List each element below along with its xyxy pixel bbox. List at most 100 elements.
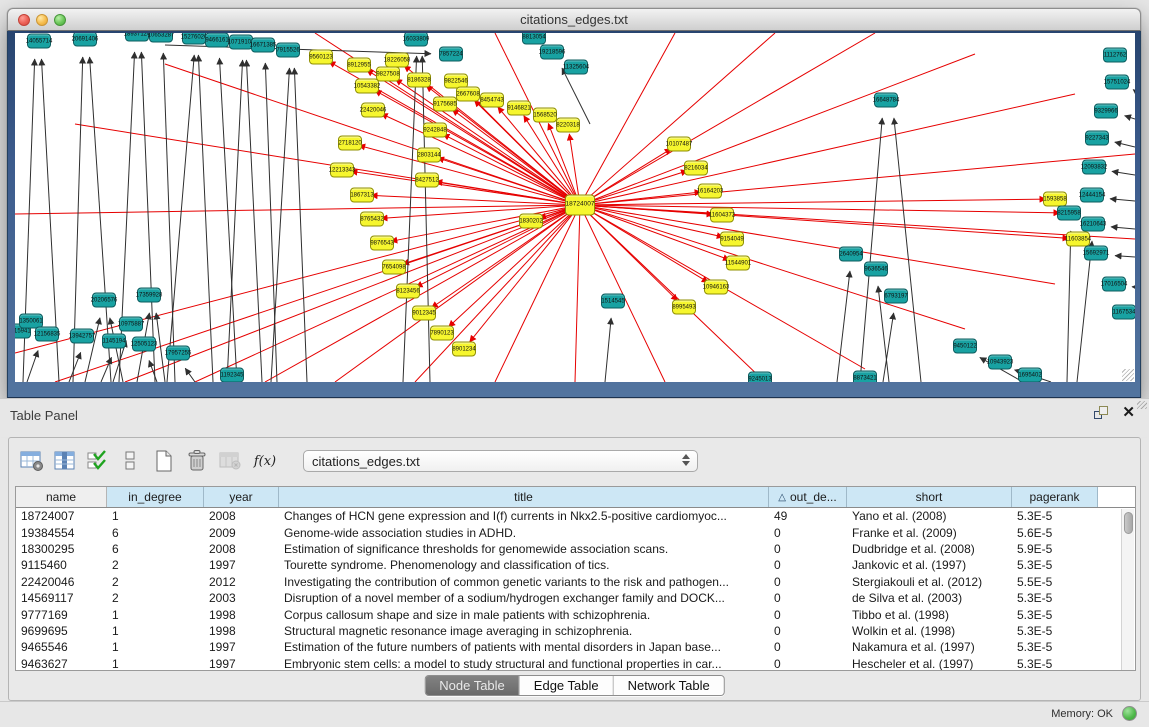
citation-edge-black[interactable] [1115, 142, 1135, 147]
network-node[interactable]: 11604372 [710, 208, 734, 223]
table-cell[interactable]: Wolkin et al. (1998) [847, 624, 1012, 638]
citation-edge-black[interactable] [1111, 227, 1135, 229]
network-node[interactable]: 12505123 [132, 337, 156, 352]
table-cell[interactable]: Stergiakouli et al. (2012) [847, 575, 1012, 589]
column-header-name[interactable]: name [16, 487, 107, 507]
column-header-out_de[interactable]: △out_de... [769, 487, 847, 507]
network-node[interactable]: 8912955 [347, 58, 371, 73]
network-node[interactable]: 13942757 [70, 329, 94, 344]
network-node[interactable]: 10107487 [667, 137, 691, 152]
network-node[interactable]: 9466161 [205, 33, 229, 48]
table-cell[interactable]: Dudbridge et al. (2008) [847, 542, 1012, 556]
network-node[interactable]: 10543382 [355, 79, 379, 94]
network-node[interactable]: 2640954 [839, 247, 863, 262]
table-row[interactable]: 2242004622012Investigating the contribut… [16, 574, 1135, 590]
tab-network-table[interactable]: Network Table [614, 676, 724, 695]
table-cell[interactable]: 1 [107, 509, 204, 523]
citation-edge-red[interactable] [580, 199, 1046, 205]
table-cell[interactable]: 5.3E-5 [1012, 624, 1098, 638]
table-cell[interactable]: 1 [107, 624, 204, 638]
table-row[interactable]: 946554611997Estimation of the future num… [16, 639, 1135, 655]
network-node[interactable]: 9876543 [370, 236, 394, 251]
network-node[interactable]: 16210643 [1081, 217, 1105, 232]
table-cell[interactable]: 0 [769, 591, 847, 605]
citation-edge-red[interactable] [575, 205, 580, 382]
table-cell[interactable]: Jankovic et al. (1997) [847, 558, 1012, 572]
network-node[interactable]: 2667608 [456, 87, 480, 102]
table-row[interactable]: 977716911998Corpus callosum shape and si… [16, 606, 1135, 622]
table-cell[interactable]: 1 [107, 608, 204, 622]
citation-edge-red[interactable] [580, 205, 1055, 284]
new-column-icon[interactable] [151, 448, 177, 474]
network-node[interactable]: 12213343 [330, 163, 354, 178]
network-node[interactable]: 1695402 [1018, 368, 1042, 383]
network-node[interactable]: 2803144 [417, 148, 441, 163]
table-row[interactable]: 1830029562008Estimation of significance … [16, 541, 1135, 557]
merge-rows-icon[interactable] [118, 448, 144, 474]
citation-edge-black[interactable] [1112, 171, 1135, 175]
table-cell[interactable]: 18300295 [16, 542, 107, 556]
network-node[interactable]: 10946163 [704, 280, 728, 295]
table-cell[interactable]: Hescheler et al. (1997) [847, 657, 1012, 671]
table-cell[interactable]: 1997 [204, 558, 279, 572]
table-row[interactable]: 1872400712008Changes of HCN gene express… [16, 508, 1135, 524]
citation-edge-red[interactable] [416, 205, 580, 287]
citation-edge-black[interactable] [163, 53, 175, 382]
table-cell[interactable]: 1997 [204, 640, 279, 654]
citation-edge-red[interactable] [474, 100, 580, 205]
float-panel-icon[interactable] [1094, 406, 1108, 419]
table-cell[interactable]: 2 [107, 575, 204, 589]
network-node[interactable]: 18226058 [385, 53, 409, 68]
citation-edge-red[interactable] [580, 33, 875, 205]
network-node[interactable]: 9175685 [433, 97, 457, 112]
network-node[interactable]: 9636546 [864, 262, 888, 277]
network-node[interactable]: 9245013 [748, 372, 772, 383]
column-chooser-icon[interactable] [52, 448, 78, 474]
citation-edge-black[interactable] [1133, 90, 1135, 91]
network-node[interactable]: 17957255 [166, 346, 190, 361]
citation-edge-black[interactable] [860, 118, 882, 382]
tab-edge-table[interactable]: Edge Table [520, 676, 614, 695]
network-node[interactable]: 9146821 [507, 101, 531, 116]
network-node[interactable]: 8454743 [480, 93, 504, 108]
table-cell[interactable]: 2009 [204, 526, 279, 540]
table-cell[interactable]: Changes of HCN gene expression and I(f) … [279, 509, 769, 523]
network-node[interactable]: 8123456 [396, 284, 420, 299]
table-cell[interactable]: 5.5E-5 [1012, 575, 1098, 589]
table-cell[interactable]: 5.6E-5 [1012, 526, 1098, 540]
network-node[interactable]: 16033809 [404, 33, 428, 47]
citation-edge-black[interactable] [119, 52, 135, 382]
network-node[interactable]: 9560123 [309, 50, 333, 65]
table-cell[interactable]: Franke et al. (2009) [847, 526, 1012, 540]
citation-edge-black[interactable] [149, 360, 157, 382]
table-cell[interactable]: Tibbo et al. (1998) [847, 608, 1012, 622]
network-node[interactable]: 22420046 [361, 103, 385, 118]
citation-edge-red[interactable] [495, 205, 580, 382]
table-cell[interactable]: 5.3E-5 [1012, 657, 1098, 671]
table-cell[interactable]: 9699695 [16, 624, 107, 638]
table-cell[interactable]: Estimation of the future numbers of pati… [279, 640, 769, 654]
table-cell[interactable]: 2012 [204, 575, 279, 589]
network-node[interactable]: 15276026 [182, 33, 206, 45]
network-node[interactable]: 7857224 [439, 47, 463, 62]
close-panel-icon[interactable]: ✕ [1122, 406, 1135, 419]
citation-edge-red[interactable] [125, 205, 580, 382]
column-header-year[interactable]: year [204, 487, 279, 507]
row-selection-icon[interactable] [85, 448, 111, 474]
table-cell[interactable]: 5.3E-5 [1012, 640, 1098, 654]
network-node[interactable]: 8995493 [672, 300, 696, 315]
citation-edge-black[interactable] [562, 68, 590, 124]
table-cell[interactable]: 2 [107, 558, 204, 572]
citation-edge-black[interactable] [1125, 116, 1135, 119]
table-cell[interactable]: 1998 [204, 608, 279, 622]
network-node[interactable]: 16671385 [251, 38, 275, 53]
network-node[interactable]: 9154049 [720, 232, 744, 247]
citation-edge-red[interactable] [75, 124, 580, 205]
table-cell[interactable]: de Silva et al. (2003) [847, 591, 1012, 605]
table-row[interactable]: 1938455462009Genome-wide association stu… [16, 524, 1135, 540]
table-cell[interactable]: Tourette syndrome. Phenomenology and cla… [279, 558, 769, 572]
table-row[interactable]: 911546021997Tourette syndrome. Phenomeno… [16, 557, 1135, 573]
network-node[interactable]: 10975887 [119, 317, 143, 332]
table-cell[interactable]: Structural magnetic resonance image aver… [279, 624, 769, 638]
table-cell[interactable]: 19384554 [16, 526, 107, 540]
